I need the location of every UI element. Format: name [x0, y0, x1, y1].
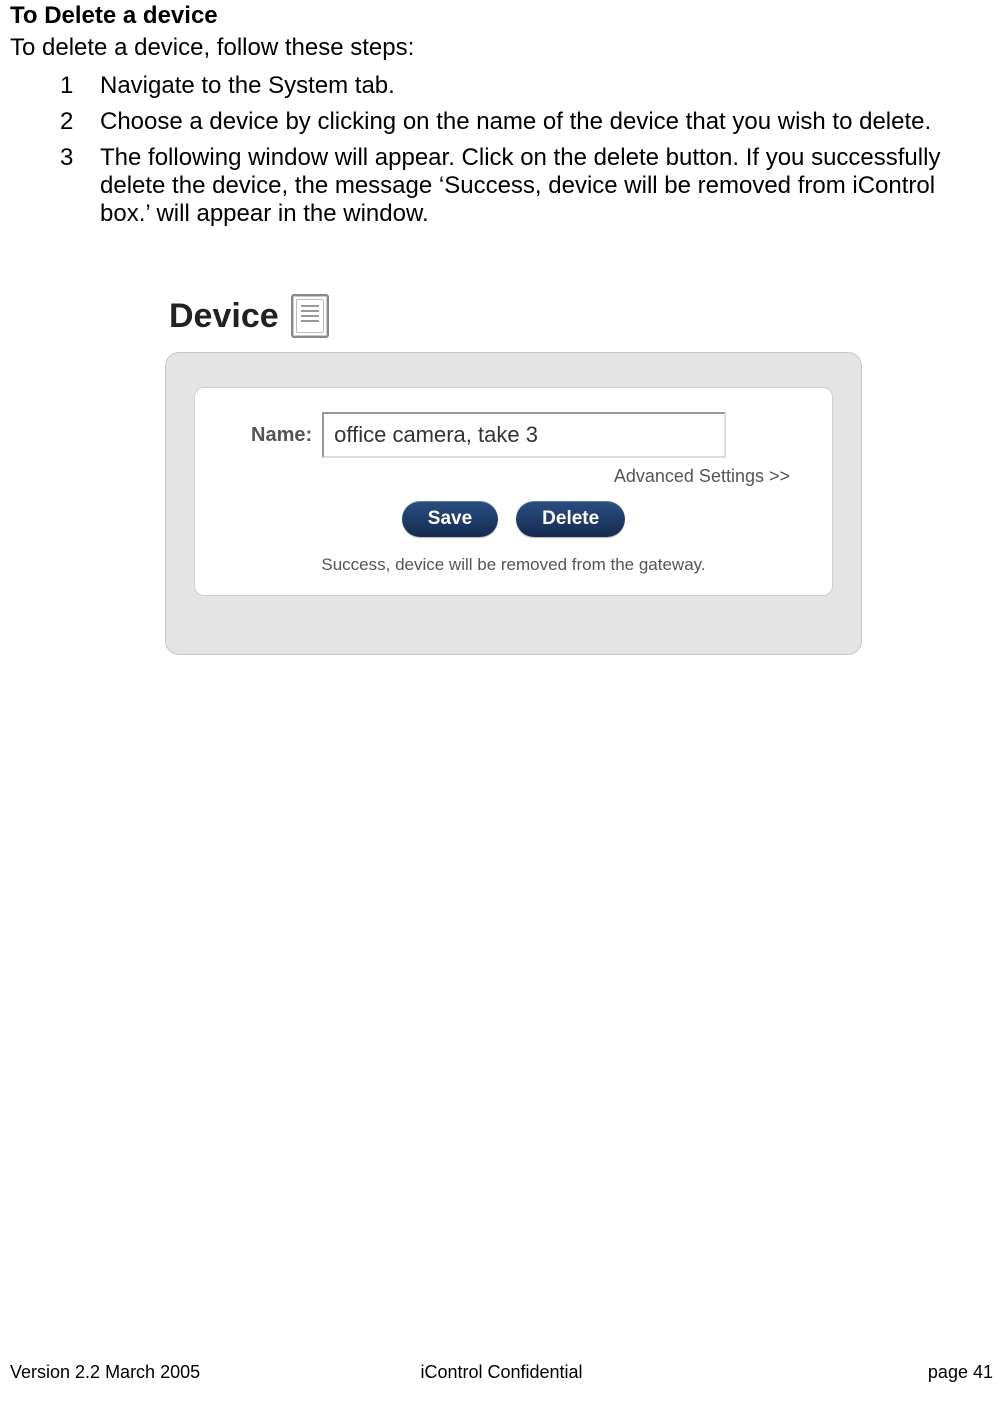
intro-text: To delete a device, follow these steps:: [10, 34, 993, 62]
step-text: The following window will appear. Click …: [100, 144, 993, 228]
step-number: 1: [60, 72, 100, 100]
step-item: 3The following window will appear. Click…: [60, 144, 993, 228]
button-row: Save Delete: [215, 501, 812, 537]
section-title: To Delete a device: [10, 0, 993, 30]
step-text: Navigate to the System tab.: [100, 72, 993, 100]
device-dialog-screenshot: Device Name: Advanced Settings >> Save D…: [165, 288, 862, 655]
advanced-settings-link[interactable]: Advanced Settings >>: [215, 466, 790, 487]
name-row: Name:: [251, 412, 812, 458]
name-label: Name:: [251, 424, 312, 447]
step-item: 1Navigate to the System tab.: [60, 72, 993, 100]
page-footer: Version 2.2 March 2005 iControl Confiden…: [10, 1362, 993, 1383]
step-text: Choose a device by clicking on the name …: [100, 108, 993, 136]
save-button[interactable]: Save: [402, 501, 498, 537]
step-number: 2: [60, 108, 100, 136]
dialog-title: Device: [169, 297, 279, 336]
device-page-icon: [291, 294, 329, 338]
footer-center: iControl Confidential: [10, 1362, 993, 1383]
dialog-inner-panel: Name: Advanced Settings >> Save Delete S…: [194, 387, 833, 596]
success-message: Success, device will be removed from the…: [215, 555, 812, 575]
steps-list: 1Navigate to the System tab. 2Choose a d…: [60, 72, 993, 228]
device-name-input[interactable]: [322, 412, 726, 458]
delete-button[interactable]: Delete: [516, 501, 625, 537]
dialog-outer-panel: Name: Advanced Settings >> Save Delete S…: [165, 352, 862, 655]
step-number: 3: [60, 144, 100, 228]
step-item: 2Choose a device by clicking on the name…: [60, 108, 993, 136]
dialog-header: Device: [165, 288, 862, 352]
